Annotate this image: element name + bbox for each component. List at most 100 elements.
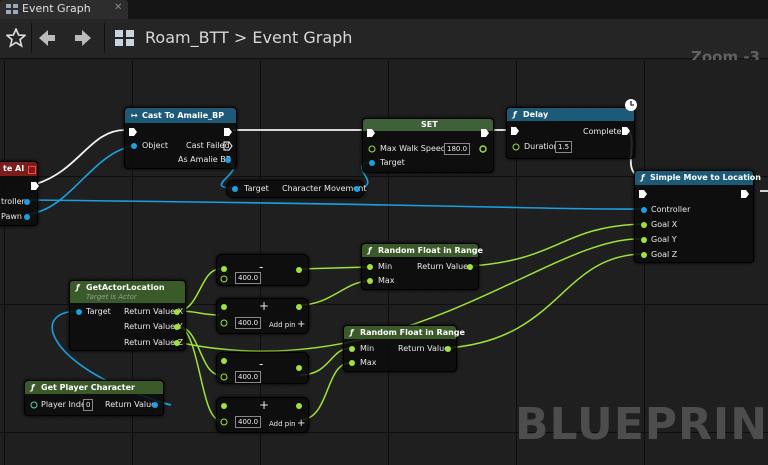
simple-move-to-location-node[interactable]: ƒ Simple Move to Location Controller Goa…: [634, 170, 761, 263]
breadcrumb-graph[interactable]: Event Graph: [252, 28, 352, 47]
operator-label: -: [259, 357, 264, 371]
add-pin-label[interactable]: Add pin: [269, 321, 296, 329]
completed-pin[interactable]: [621, 126, 631, 136]
delay-node[interactable]: ƒ Delay Completed Duration 1.5: [506, 107, 635, 159]
exec-out-pin[interactable]: [740, 189, 750, 199]
max-pin[interactable]: [348, 359, 356, 367]
blueprint-watermark: BLUEPRINT: [515, 399, 768, 450]
exec-out-pin[interactable]: [30, 181, 40, 191]
exec-out-pin[interactable]: [223, 127, 233, 137]
return-value-pin[interactable]: [151, 401, 159, 409]
node-title: SET: [421, 120, 438, 129]
controller-pin[interactable]: [640, 206, 648, 214]
operator-label: -: [259, 260, 264, 274]
breadcrumb-separator: >: [233, 28, 248, 47]
return-x-pin[interactable]: [173, 308, 181, 316]
exec-in-pin[interactable]: [366, 128, 376, 138]
add-pin-icon[interactable]: +: [297, 418, 305, 429]
operator-label: +: [259, 398, 270, 412]
return-value-label: Return Value: [417, 262, 469, 271]
tab-label: Event Graph: [22, 2, 91, 15]
breadcrumb-blueprint[interactable]: Roam_BTT: [145, 28, 229, 47]
function-icon: ƒ: [641, 173, 645, 182]
min-pin[interactable]: [366, 263, 374, 271]
return-value-pin[interactable]: [444, 345, 452, 353]
object-pin[interactable]: [130, 142, 138, 150]
max-pin[interactable]: [366, 277, 374, 285]
delegate-pin[interactable]: [28, 166, 36, 174]
a-pin[interactable]: [220, 303, 228, 311]
target-pin[interactable]: [231, 185, 239, 193]
b-pin[interactable]: [220, 418, 228, 426]
cast-failed-pin[interactable]: [223, 141, 233, 151]
node-title: Random Float in Range: [360, 328, 465, 337]
min-pin[interactable]: [348, 345, 356, 353]
return-z-pin[interactable]: [173, 339, 181, 347]
add-node-1[interactable]: 400.0 + Add pin +: [216, 298, 309, 334]
target-pin[interactable]: [75, 308, 83, 316]
tab-event-graph[interactable]: Event Graph ✕: [0, 0, 128, 19]
cast-to-amalie-node[interactable]: ↦ Cast To Amalie_BP Object Cast Failed A…: [124, 107, 237, 169]
a-pin[interactable]: [220, 402, 228, 410]
exec-in-pin[interactable]: [128, 127, 138, 137]
random-float-in-range-node-1[interactable]: ƒ Random Float in Range Min Return Value…: [361, 243, 483, 290]
result-pin[interactable]: [295, 266, 303, 274]
duration-pin[interactable]: [512, 143, 520, 151]
pawn-pin[interactable]: [23, 213, 31, 221]
set-node[interactable]: SET Max Walk Speed 180.0 Target: [362, 118, 494, 173]
subtract-node-1[interactable]: 400.0 -: [216, 254, 309, 286]
target-pin[interactable]: [368, 159, 376, 167]
max-label: Max: [360, 358, 377, 367]
goal-z-pin[interactable]: [640, 251, 648, 259]
node-title: Delay: [523, 110, 549, 119]
tab-bar: Event Graph ✕: [0, 0, 768, 19]
get-player-character-node[interactable]: ƒ Get Player Character Player Index 0 Re…: [24, 380, 164, 416]
function-icon: ƒ: [368, 246, 372, 255]
a-pin[interactable]: [220, 265, 228, 273]
exec-in-pin[interactable]: [638, 189, 648, 199]
node-title: GetActorLocation: [86, 283, 165, 292]
controller-pin[interactable]: [23, 198, 31, 206]
add-node-2[interactable]: 400.0 + Add pin +: [216, 397, 309, 433]
event-node-partial[interactable]: te AI troller Pawn: [0, 161, 40, 226]
player-index-pin[interactable]: [30, 401, 38, 409]
b-input[interactable]: 400.0: [235, 272, 262, 284]
goal-z-label: Goal Z: [651, 250, 678, 259]
node-title: Simple Move to Location: [650, 173, 761, 182]
random-float-in-range-node-2[interactable]: ƒ Random Float in Range Min Return Value…: [343, 325, 465, 372]
close-icon[interactable]: ✕: [114, 2, 122, 13]
b-pin[interactable]: [220, 373, 228, 381]
b-input[interactable]: 400.0: [235, 317, 262, 329]
add-pin-label[interactable]: Add pin: [269, 420, 296, 428]
return-y-pin[interactable]: [173, 323, 181, 331]
result-pin[interactable]: [295, 303, 303, 311]
pin-pawn-label: Pawn: [1, 212, 22, 221]
b-pin[interactable]: [220, 319, 228, 327]
graph-canvas[interactable]: te AI troller Pawn ↦ Cast To Amalie_BP O…: [0, 60, 768, 465]
function-icon: ƒ: [76, 283, 80, 292]
b-pin[interactable]: [220, 275, 228, 283]
add-pin-icon[interactable]: +: [297, 319, 305, 330]
player-index-input[interactable]: 0: [83, 399, 94, 411]
node-subtitle: Target is Actor: [86, 293, 137, 301]
b-input[interactable]: 400.0: [235, 371, 262, 383]
result-pin[interactable]: [295, 364, 303, 372]
max-walk-speed-input[interactable]: 180.0: [444, 143, 471, 155]
exec-out-pin[interactable]: [480, 128, 490, 138]
subtract-node-2[interactable]: 400.0 -: [216, 352, 309, 384]
exec-in-pin[interactable]: [510, 126, 520, 136]
node-title: te AI: [3, 164, 25, 173]
character-movement-pin[interactable]: [353, 185, 361, 193]
a-pin[interactable]: [220, 357, 228, 365]
max-walk-speed-out-pin[interactable]: [478, 144, 488, 154]
as-amalie-pin[interactable]: [224, 156, 232, 164]
result-pin[interactable]: [295, 402, 303, 410]
goal-y-pin[interactable]: [640, 236, 648, 244]
b-input[interactable]: 400.0: [235, 416, 262, 428]
max-walk-speed-pin[interactable]: [368, 145, 376, 153]
duration-input[interactable]: 1.5: [555, 141, 573, 153]
get-actor-location-node[interactable]: ƒ GetActorLocation Target is Actor Targe…: [69, 280, 186, 351]
character-movement-node[interactable]: Target Character Movement: [226, 180, 366, 198]
goal-x-pin[interactable]: [640, 221, 648, 229]
return-value-pin[interactable]: [466, 263, 474, 271]
